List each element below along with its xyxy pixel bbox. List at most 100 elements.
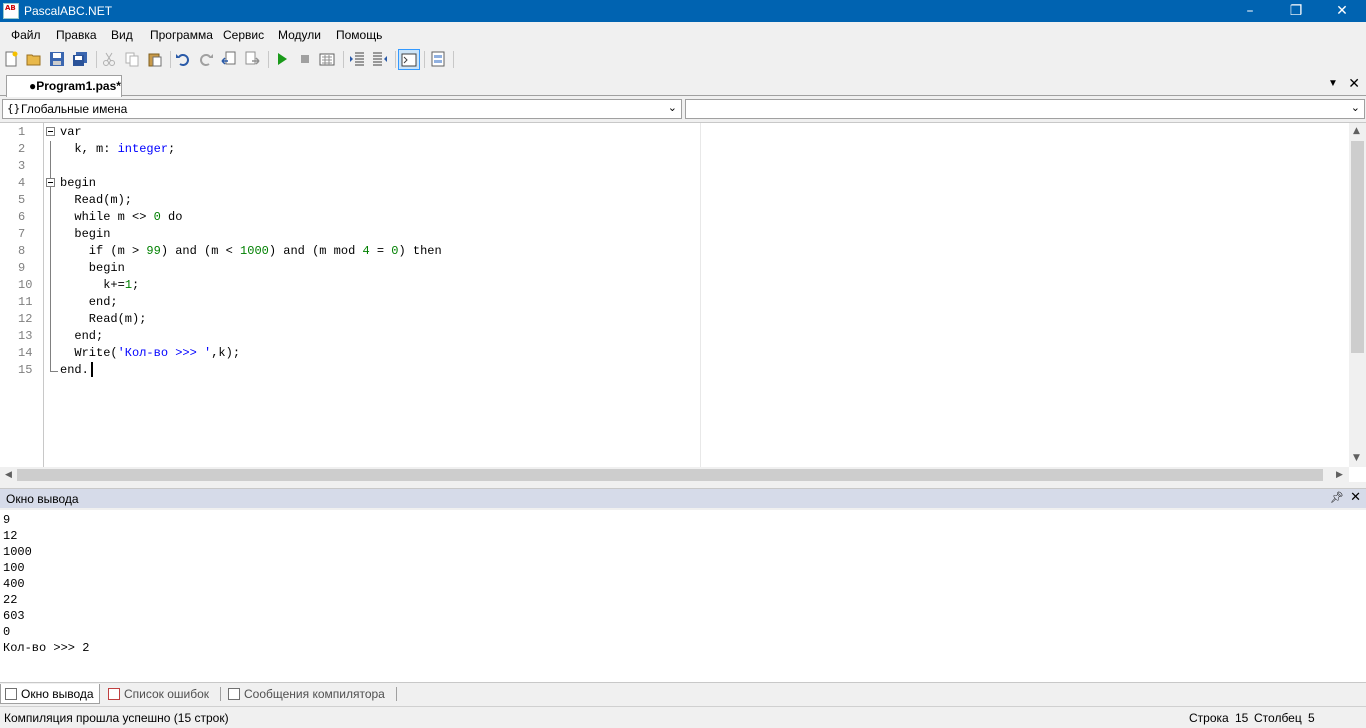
- save-all-icon[interactable]: [72, 51, 88, 67]
- menu-service[interactable]: Сервис: [223, 28, 264, 42]
- indent-icon[interactable]: [349, 51, 365, 67]
- scroll-right-icon[interactable]: ▶: [1336, 470, 1343, 480]
- toolbar: [0, 46, 1366, 73]
- close-tab-icon[interactable]: ✕: [1348, 76, 1360, 92]
- navigate-back-icon[interactable]: [221, 51, 237, 67]
- line-number: 13: [18, 329, 33, 343]
- output-line: 1000: [3, 545, 32, 559]
- status-message: Компиляция прошла успешно (15 строк): [4, 711, 229, 725]
- right-margin-line: [700, 123, 701, 467]
- output-line: 22: [3, 593, 18, 607]
- bottom-tab-strip: Окно вывода Список ошибок Сообщения комп…: [0, 683, 1366, 705]
- tab-compiler-messages-label: Сообщения компилятора: [244, 687, 385, 701]
- code-editor[interactable]: 1 2 3 4 5 6 7 8 9 10 11 12 13 14 15 var …: [0, 122, 1366, 483]
- line-number: 12: [18, 312, 33, 326]
- copy-icon[interactable]: [124, 51, 140, 67]
- compile-icon[interactable]: [319, 51, 335, 67]
- error-list-icon: [108, 688, 120, 700]
- tab-error-list[interactable]: Список ошибок: [104, 684, 220, 704]
- menu-edit[interactable]: Правка: [56, 28, 97, 42]
- menu-bar: Файл Правка Вид Программа Сервис Модули …: [0, 22, 1366, 46]
- tab-program1[interactable]: ●Program1.pas*: [6, 75, 122, 97]
- save-icon[interactable]: [49, 51, 65, 67]
- code-line: var: [60, 125, 82, 139]
- redo-icon[interactable]: [198, 51, 214, 67]
- vertical-scroll-thumb[interactable]: [1351, 141, 1364, 353]
- code-line: Read(m);: [60, 193, 133, 207]
- navigation-combo-row: {} Глобальные имена ⌄ ⌄: [0, 97, 1366, 121]
- output-line: 400: [3, 577, 25, 591]
- output-window-icon: [401, 53, 417, 67]
- tab-output-window[interactable]: Окно вывода: [0, 684, 100, 704]
- horizontal-scroll-thumb[interactable]: [17, 469, 1323, 481]
- output-panel-title: Окно вывода: [6, 492, 79, 506]
- row-value: 15: [1235, 711, 1249, 725]
- scroll-left-icon[interactable]: ◀: [5, 470, 12, 480]
- output-window-toggle[interactable]: [398, 49, 420, 70]
- column-value: 5: [1308, 711, 1315, 725]
- vertical-scrollbar[interactable]: ▲ ▼: [1349, 123, 1366, 467]
- title-bar: AB PascalABC.NET – ❐ ✕: [0, 0, 1366, 22]
- code-line: k+=1;: [60, 278, 140, 292]
- paste-icon[interactable]: [147, 51, 163, 67]
- members-dropdown[interactable]: ⌄: [685, 99, 1365, 119]
- line-number: 10: [18, 278, 33, 292]
- namespace-icon: {}: [7, 102, 21, 115]
- line-number: 6: [18, 210, 26, 224]
- navigate-forward-icon[interactable]: [244, 51, 260, 67]
- form-designer-icon[interactable]: [430, 51, 446, 67]
- output-text-area[interactable]: 9 12 1000 100 400 22 603 0 Кол-во >>> 2: [0, 510, 1366, 683]
- line-number: 4: [18, 176, 26, 190]
- stop-icon[interactable]: [297, 51, 313, 67]
- line-number: 8: [18, 244, 26, 258]
- line-number: 15: [18, 363, 33, 377]
- global-names-dropdown[interactable]: {} Глобальные имена ⌄: [2, 99, 682, 119]
- line-number: 5: [18, 193, 26, 207]
- open-file-icon[interactable]: [26, 51, 42, 67]
- minimize-button[interactable]: –: [1227, 0, 1273, 22]
- output-line: 603: [3, 609, 25, 623]
- compiler-messages-icon: [228, 688, 240, 700]
- undo-icon[interactable]: [175, 51, 191, 67]
- line-number: 2: [18, 142, 26, 156]
- line-number: 7: [18, 227, 26, 241]
- menu-modules[interactable]: Модули: [278, 28, 321, 42]
- horizontal-scrollbar[interactable]: ◀ ▶: [0, 467, 1349, 483]
- tab-divider: [220, 687, 221, 701]
- fold-toggle-var[interactable]: [46, 127, 55, 136]
- output-window-icon: [5, 688, 17, 700]
- tab-list-dropdown-icon[interactable]: ▼: [1328, 78, 1342, 92]
- output-line: 9: [3, 513, 11, 527]
- tab-compiler-messages[interactable]: Сообщения компилятора: [224, 684, 394, 704]
- scroll-down-icon[interactable]: ▼: [1353, 453, 1360, 463]
- column-label: Столбец: [1254, 711, 1302, 725]
- global-names-label: Глобальные имена: [21, 102, 128, 116]
- output-line: 100: [3, 561, 25, 575]
- code-line: if (m > 99) and (m < 1000) and (m mod 4 …: [60, 244, 442, 258]
- code-line: while m <> 0 do: [60, 210, 183, 224]
- run-icon[interactable]: [274, 51, 290, 67]
- menu-view[interactable]: Вид: [111, 28, 133, 42]
- close-window-button[interactable]: ✕: [1319, 0, 1365, 22]
- output-panel-header: Окно вывода 📌︎ ✕: [0, 488, 1366, 508]
- menu-help[interactable]: Помощь: [336, 28, 382, 42]
- output-line: 0: [3, 625, 11, 639]
- row-label: Строка: [1189, 711, 1229, 725]
- cut-icon[interactable]: [101, 51, 117, 67]
- close-panel-icon[interactable]: ✕: [1350, 490, 1361, 505]
- menu-file[interactable]: Файл: [11, 28, 41, 42]
- code-line: Read(m);: [60, 312, 147, 326]
- menu-program[interactable]: Программа: [150, 28, 213, 42]
- chevron-down-icon: ⌄: [667, 101, 677, 114]
- app-icon: AB: [3, 3, 19, 19]
- line-number: 3: [18, 159, 26, 173]
- new-file-icon[interactable]: [3, 51, 19, 67]
- chevron-down-icon: ⌄: [1350, 101, 1360, 114]
- pin-icon[interactable]: 📌︎: [1330, 491, 1344, 504]
- fold-toggle-begin[interactable]: [46, 178, 55, 187]
- line-number: 14: [18, 346, 33, 360]
- code-line: begin: [60, 176, 97, 190]
- scroll-up-icon[interactable]: ▲: [1353, 126, 1360, 136]
- restore-button[interactable]: ❐: [1273, 0, 1319, 22]
- outdent-icon[interactable]: [372, 51, 388, 67]
